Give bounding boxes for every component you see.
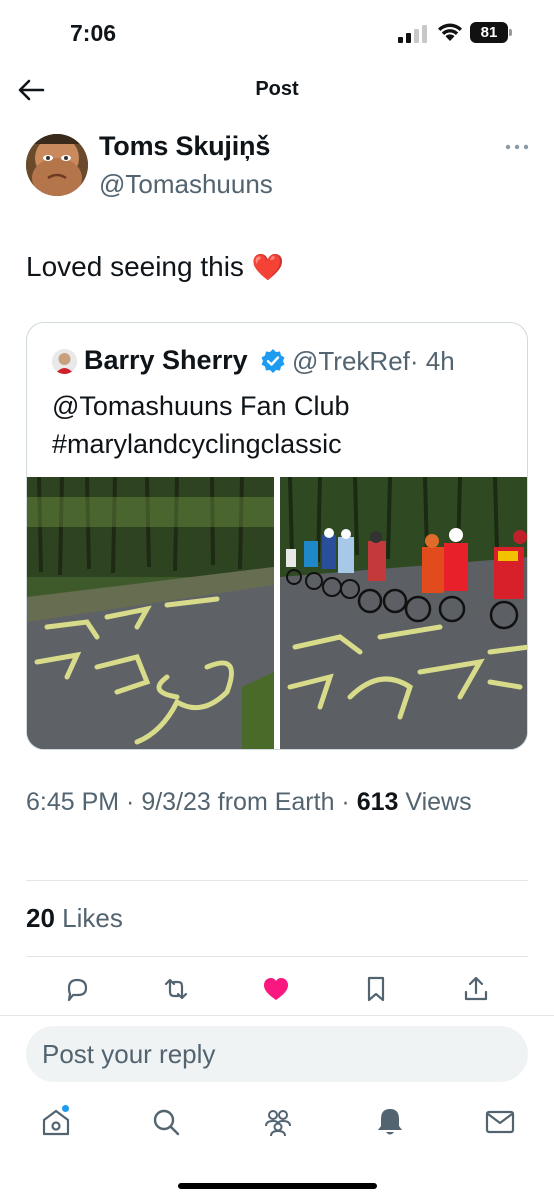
quote-author-avatar [52, 349, 77, 374]
cellular-signal-icon [398, 25, 427, 43]
battery-level: 81 [470, 22, 508, 43]
messages-icon[interactable] [484, 1106, 516, 1138]
author-avatar[interactable] [26, 134, 88, 196]
more-icon[interactable] [504, 140, 530, 154]
battery-indicator: 81 [470, 22, 512, 43]
status-time: 7:06 [70, 20, 117, 46]
reply-input[interactable]: Post your reply [26, 1026, 528, 1082]
post-text: Loved seeing this ❤️ [26, 251, 284, 283]
post-source: from Earth [217, 788, 335, 816]
reply-composer: Post your reply [0, 1015, 554, 1095]
search-icon[interactable] [150, 1106, 182, 1138]
post-actions [0, 974, 554, 1008]
home-icon[interactable] [40, 1106, 72, 1138]
divider [26, 880, 528, 881]
verified-icon [261, 349, 285, 373]
quote-photo-cyclists[interactable] [280, 477, 527, 749]
share-icon[interactable] [461, 974, 491, 1004]
status-bar: 7:06 81 [0, 0, 554, 66]
quote-line-mention: @Tomashuuns Fan Club [52, 391, 350, 421]
views-count: 613 [356, 788, 399, 816]
post-header: Post [0, 66, 554, 114]
tab-bar [0, 1100, 554, 1150]
quote-meta: @TrekRef· 4h [292, 346, 455, 377]
notifications-icon[interactable] [374, 1106, 406, 1138]
divider [26, 956, 528, 957]
post-meta: 6:45 PM · 9/3/23 from Earth · 613 Views [26, 788, 472, 816]
quote-photo-road[interactable] [27, 477, 274, 749]
quote-text: @Tomashuuns Fan Club #marylandcyclingcla… [52, 387, 350, 463]
like-icon[interactable] [261, 974, 291, 1004]
wifi-icon [438, 23, 462, 41]
post-timestamp: 6:45 PM · 9/3/23 [26, 788, 211, 816]
quote-line-hashtag: #marylandcyclingclassic [52, 429, 342, 459]
home-indicator[interactable] [178, 1183, 377, 1189]
likes-label: Likes [54, 903, 123, 933]
page-title: Post [255, 78, 299, 100]
communities-icon[interactable] [262, 1106, 294, 1138]
likes-count: 20 [26, 903, 55, 933]
author-name[interactable]: Toms Skujiņš [99, 131, 270, 162]
likes-summary[interactable]: 20 Likes [26, 903, 123, 934]
quote-author-name: Barry Sherry [84, 345, 248, 375]
quote-age: · 4h [409, 346, 455, 376]
reply-icon[interactable] [62, 974, 92, 1004]
quoted-post[interactable]: Barry Sherry @TrekRef· 4h @Tomashuuns Fa… [26, 322, 528, 750]
repost-icon[interactable] [161, 974, 191, 1004]
bookmark-icon[interactable] [361, 974, 391, 1004]
heart-emoji: ❤️ [251, 252, 285, 282]
battery-tip [509, 29, 512, 36]
post-body: Loved seeing this [26, 251, 244, 282]
quote-author-handle: @TrekRef [292, 346, 410, 376]
author-handle[interactable]: @Tomashuuns [99, 169, 273, 200]
views-label: Views [398, 788, 472, 816]
